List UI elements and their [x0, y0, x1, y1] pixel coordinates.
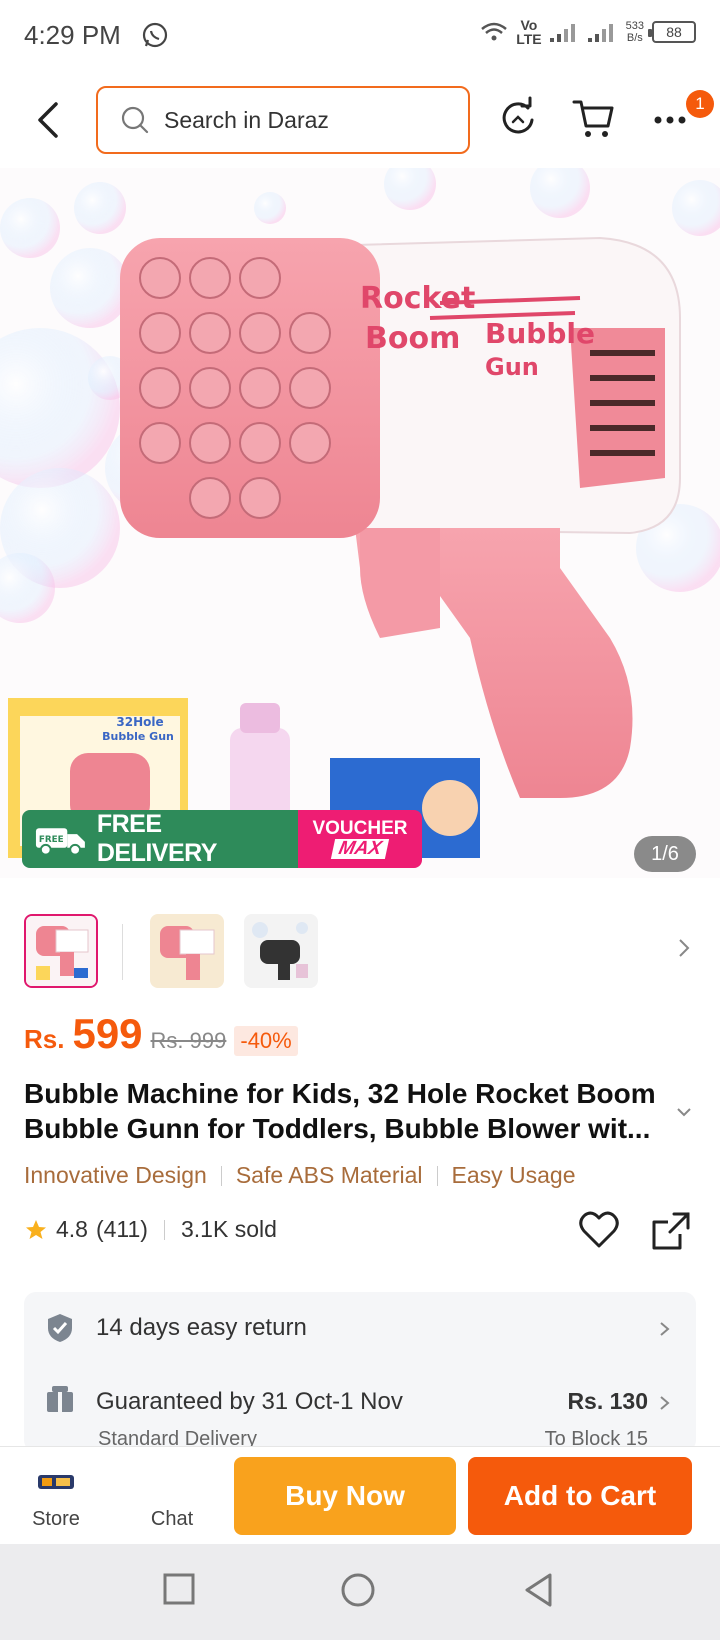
feature-tags: Innovative Design Safe ABS Material Easy…	[24, 1162, 576, 1189]
rating-row[interactable]: 4.8 (411) 3.1K sold	[24, 1216, 277, 1243]
gun-text-boom: Boom	[365, 321, 460, 356]
thumbnail-2[interactable]	[150, 914, 224, 988]
image-counter: 1/6	[634, 836, 696, 872]
package-icon	[47, 1386, 73, 1412]
status-bar: 4:29 PM Vo LTE 533 B/s 88	[0, 0, 720, 74]
gun-text-rocket: Rocket	[360, 281, 475, 316]
thumbnail-separator	[122, 924, 123, 980]
voucher-text: VOUCHER	[312, 818, 408, 839]
bottom-action-bar: Store Chat Buy Now Add to Cart	[0, 1446, 720, 1544]
signal-icon-2	[587, 24, 613, 42]
product-image: Rocket Boom Bubble Gun 32Hole Bubble Gun	[0, 168, 720, 858]
original-price: Rs. 999	[150, 1028, 227, 1053]
network-speed: 533 B/s	[625, 20, 644, 44]
delivery-guarantee-text: Guaranteed by 31 Oct-1 Nov	[96, 1388, 403, 1415]
feature-tag: Innovative Design	[24, 1162, 207, 1188]
rating-divider	[163, 1219, 165, 1240]
sold-count: 3.1K sold	[180, 1216, 277, 1242]
feature-tag: Safe ABS Material	[235, 1162, 423, 1188]
refresh-icon[interactable]	[496, 96, 540, 140]
thumbnail-1[interactable]	[24, 914, 98, 988]
rating-count: (411)	[95, 1216, 148, 1242]
back-arrow-icon[interactable]	[30, 98, 70, 142]
home-icon[interactable]	[340, 1572, 376, 1608]
price-currency: Rs.	[24, 1024, 65, 1054]
chevron-down-icon[interactable]	[674, 1102, 694, 1122]
rating-value: 4.8	[56, 1216, 88, 1242]
status-time: 4:29 PM	[24, 20, 121, 50]
network-type: Vo LTE	[516, 17, 542, 47]
chevron-right-icon	[660, 1396, 670, 1410]
product-image-carousel[interactable]: Rocket Boom Bubble Gun 32Hole Bubble Gun	[0, 168, 720, 878]
thumbnail-strip	[0, 906, 720, 992]
delivery-truck-icon: FREE	[35, 828, 85, 856]
cart-count-badge: 1	[686, 90, 714, 118]
cart-icon[interactable]	[572, 96, 616, 140]
discount-badge: -40%	[234, 1026, 298, 1056]
store-button[interactable]: Store	[6, 1447, 106, 1545]
free-delivery-tag: FREE FREE DELIVERY	[22, 810, 298, 868]
chevron-right-icon	[660, 1322, 670, 1336]
product-title[interactable]: Bubble Machine for Kids, 32 Hole Rocket …	[24, 1076, 674, 1146]
box-label-1: 32Hole	[116, 715, 163, 729]
add-to-cart-button[interactable]: Add to Cart	[468, 1457, 692, 1535]
delivery-row[interactable]: Guaranteed by 31 Oct-1 Nov Rs. 130 Stand…	[24, 1364, 696, 1452]
top-bar: Search in Daraz 1	[0, 74, 720, 168]
chat-label: Chat	[150, 1508, 194, 1530]
star-icon	[26, 1219, 46, 1239]
signal-icon-1	[549, 24, 575, 42]
free-tag-text: FREE	[39, 835, 64, 845]
free-delivery-voucher-banner: FREE FREE DELIVERY VOUCHER MAX	[22, 810, 422, 868]
back-nav-icon[interactable]	[522, 1572, 556, 1608]
search-placeholder: Search in Daraz	[164, 106, 329, 133]
tag-divider	[220, 1165, 222, 1186]
gun-text-gun: Gun	[485, 353, 539, 381]
voucher-max-tag: VOUCHER MAX	[298, 810, 422, 868]
price-value: 599	[72, 1010, 143, 1057]
box-label-2: Bubble Gun	[102, 730, 174, 743]
buy-now-button[interactable]: Buy Now	[234, 1457, 456, 1535]
search-input[interactable]: Search in Daraz	[96, 86, 470, 154]
shield-check-icon	[48, 1314, 72, 1342]
service-info-card: 14 days easy return Guaranteed by 31 Oct…	[24, 1292, 696, 1452]
recent-apps-icon[interactable]	[162, 1572, 196, 1606]
price-section: Rs. 599 Rs. 999 -40%	[24, 1010, 298, 1058]
thumbnail-next-arrow-icon[interactable]	[674, 936, 694, 960]
return-policy-row[interactable]: 14 days easy return	[24, 1292, 696, 1364]
free-delivery-text: FREE DELIVERY	[96, 810, 218, 867]
store-logo-icon	[38, 1475, 74, 1489]
chat-button[interactable]: Chat	[122, 1447, 222, 1545]
max-text: MAX	[330, 838, 390, 859]
share-icon[interactable]	[650, 1210, 692, 1252]
whatsapp-icon	[142, 22, 168, 48]
wishlist-heart-icon[interactable]	[578, 1210, 620, 1250]
feature-tag: Easy Usage	[451, 1162, 576, 1188]
system-navigation-bar	[0, 1544, 720, 1640]
wifi-icon	[481, 22, 508, 41]
battery-indicator: 88	[648, 21, 696, 43]
search-icon	[121, 106, 149, 134]
thumbnail-3[interactable]	[244, 914, 318, 988]
delivery-fee: Rs. 130	[567, 1388, 648, 1414]
gun-text-bubble: Bubble	[485, 317, 595, 350]
return-policy-text: 14 days easy return	[96, 1314, 307, 1341]
tag-divider	[436, 1165, 438, 1186]
store-label: Store	[32, 1508, 80, 1530]
